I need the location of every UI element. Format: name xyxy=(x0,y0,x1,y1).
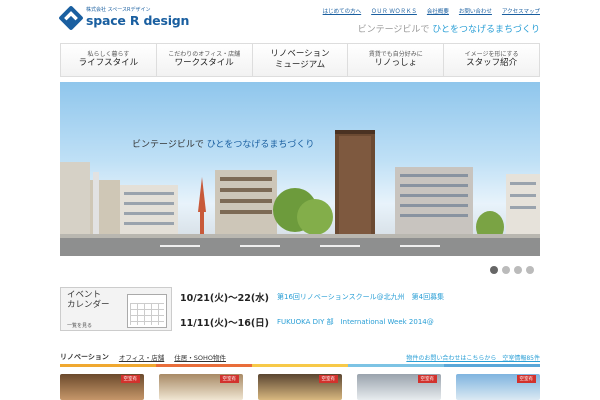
top-link-contact[interactable]: お問い合わせ xyxy=(459,7,492,15)
nav-main-label: ワークスタイル xyxy=(174,58,234,69)
nav-item-rinossho[interactable]: 賃貸でも自分好みに リノっしょ xyxy=(348,44,445,76)
vacancy-badge: 空室有 xyxy=(120,375,140,383)
top-link-company[interactable]: 会社概要 xyxy=(427,7,449,15)
nav-main-label: リノベーション ミュージアム xyxy=(270,48,330,70)
nav-sub-label: こだわりのオフィス・店舗 xyxy=(168,50,241,58)
vacancy-badge: 空室有 xyxy=(417,375,437,383)
property-thumbnails: 空室有 空室有 空室有 空室有 空室有 xyxy=(60,374,540,400)
tagline-part-a: ビンテージビルで xyxy=(357,25,433,35)
property-thumbnail[interactable]: 空室有 xyxy=(60,374,144,400)
tagline-part-b: ひとをつなげるまちづくり xyxy=(432,25,540,35)
slide-dot-1[interactable] xyxy=(490,266,498,274)
color-divider xyxy=(60,364,540,367)
top-link-beginners[interactable]: はじめての方へ xyxy=(323,7,362,15)
slide-dot-4[interactable] xyxy=(526,266,534,274)
tab-office-shop[interactable]: オフィス・店舗 xyxy=(119,352,164,362)
nav-main-label: リノっしょ xyxy=(374,58,418,69)
logo-mark-icon xyxy=(58,5,84,31)
site-logo[interactable]: 株式会社 スペースRデザイン space R design xyxy=(58,5,190,31)
vacancy-badge: 空室有 xyxy=(516,375,536,383)
cityscape-illustration xyxy=(60,130,540,256)
slideshow-pager xyxy=(490,266,534,274)
event-item: 11/11(火)～16(日) FUKUOKA DIY 部 Internation… xyxy=(180,315,434,329)
property-thumbnail[interactable]: 空室有 xyxy=(159,374,243,400)
top-links: はじめての方へ ＯＵＲ ＷＯＲＫＳ 会社概要 お問い合わせ アクセスマップ xyxy=(323,7,540,15)
event-calendar-more-link[interactable]: 一覧を見る xyxy=(67,322,92,329)
vacancy-badge: 空室有 xyxy=(219,375,239,383)
nav-item-lifestyle[interactable]: 私らしく暮らす ライフスタイル xyxy=(61,44,157,76)
event-title-link[interactable]: FUKUOKA DIY 部 International Week 2014@ xyxy=(277,317,434,327)
hero-caption-part-a: ビンテージビルで xyxy=(132,140,207,150)
event-date: 10/21(火)～22(水) xyxy=(180,293,269,304)
slide-dot-3[interactable] xyxy=(514,266,522,274)
top-link-access[interactable]: アクセスマップ xyxy=(502,7,540,15)
nav-sub-label: 賃貸でも自分好みに xyxy=(368,50,423,58)
section-title: リノベーション xyxy=(60,353,109,361)
nav-main-label: スタッフ紹介 xyxy=(466,58,518,69)
event-calendar-title: イベント カレンダー xyxy=(67,290,110,310)
property-thumbnail[interactable]: 空室有 xyxy=(357,374,441,400)
property-thumbnail[interactable]: 空室有 xyxy=(456,374,540,400)
nav-main-label: ライフスタイル xyxy=(78,58,139,69)
nav-sub-label: イメージを形にする xyxy=(464,50,519,58)
hero-caption-part-b: ひとをつなげるまちづくり xyxy=(206,140,315,150)
event-calendar-badge[interactable]: イベント カレンダー 一覧を見る xyxy=(60,287,172,331)
nav-item-staff[interactable]: イメージを形にする スタッフ紹介 xyxy=(444,44,539,76)
nav-sub-label: 私らしく暮らす xyxy=(87,50,130,58)
property-thumbnail[interactable]: 空室有 xyxy=(258,374,342,400)
nav-item-workstyle[interactable]: こだわりのオフィス・店舗 ワークスタイル xyxy=(157,44,253,76)
nav-item-museum[interactable]: リノベーション ミュージアム xyxy=(253,44,349,76)
section-header: リノベーション オフィス・店舗 住居・SOHO物件 xyxy=(60,352,226,362)
main-nav: 私らしく暮らす ライフスタイル こだわりのオフィス・店舗 ワークスタイル リノベ… xyxy=(60,43,540,77)
vacancy-badge: 空室有 xyxy=(318,375,338,383)
property-inquiry-link[interactable]: 物件のお問い合わせはこちらから 空室情報85件 xyxy=(406,353,540,362)
top-link-works[interactable]: ＯＵＲ ＷＯＲＫＳ xyxy=(371,7,417,15)
hero-slideshow[interactable]: ビンテージビルで ひとをつなげるまちづくり xyxy=(60,82,540,256)
event-item: 10/21(火)～22(水) 第16回リノベーションスクール@北九州 第4回募集 xyxy=(180,290,444,304)
tab-residence-soho[interactable]: 住居・SOHO物件 xyxy=(174,352,226,362)
logo-name: space R design xyxy=(86,13,190,28)
calendar-icon xyxy=(127,294,167,328)
event-date: 11/11(火)～16(日) xyxy=(180,318,269,329)
hero-caption: ビンテージビルで ひとをつなげるまちづくり xyxy=(132,137,314,150)
tagline: ビンテージビルで ひとをつなげるまちづくり xyxy=(358,22,540,35)
event-title-link[interactable]: 第16回リノベーションスクール@北九州 第4回募集 xyxy=(277,292,444,302)
slide-dot-2[interactable] xyxy=(502,266,510,274)
